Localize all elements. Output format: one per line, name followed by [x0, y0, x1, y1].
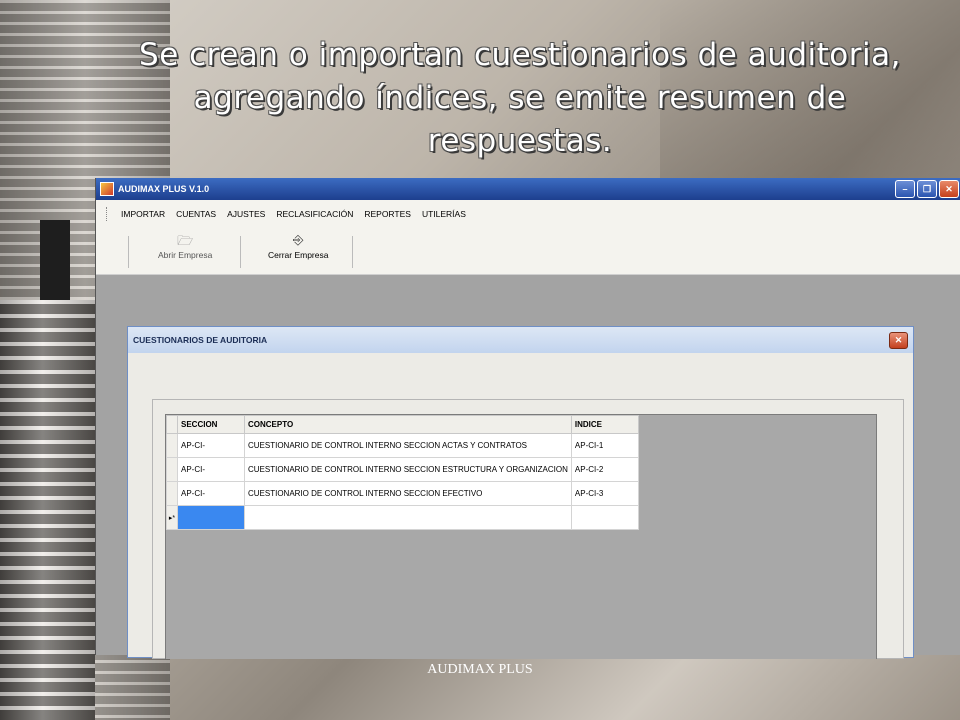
cell-indice[interactable]: AP-CI-3 — [570, 481, 639, 506]
data-grid: SECCION CONCEPTO INDICE AP-CI- CUESTIONA… — [165, 414, 877, 659]
app-icon — [100, 182, 114, 196]
door-exit-icon: ⎆ — [293, 232, 304, 247]
menu-bar: IMPORTAR CUENTAS AJUSTES RECLASIFICACIÓN… — [96, 200, 960, 228]
window-controls: – ❐ ✕ — [895, 180, 959, 198]
questionnaire-table: SECCION CONCEPTO INDICE AP-CI- CUESTIONA… — [166, 415, 639, 530]
cell-concepto[interactable]: CUESTIONARIO DE CONTROL INTERNO SECCION … — [244, 457, 572, 482]
toolbar: 🗁 Abrir Empresa ⎆ Cerrar Empresa — [96, 228, 960, 275]
menu-cuentas[interactable]: CUENTAS — [176, 209, 216, 219]
open-company-label: Abrir Empresa — [158, 250, 213, 260]
column-header-seccion[interactable]: SECCION — [177, 415, 245, 434]
app-title: AUDIMAX PLUS V.1.0 — [118, 184, 210, 194]
table-header-row: SECCION CONCEPTO INDICE — [166, 415, 639, 434]
row-header[interactable] — [166, 433, 178, 458]
column-header-indice[interactable]: INDICE — [570, 415, 639, 434]
menu-reclasificacion[interactable]: RECLASIFICACIÓN — [276, 209, 353, 219]
slide-footer: AUDIMAX PLUS — [427, 662, 533, 677]
menu-grip — [106, 207, 109, 221]
close-button[interactable]: ✕ — [939, 180, 959, 198]
dialog-title: CUESTIONARIOS DE AUDITORIA — [133, 335, 268, 345]
cell-seccion[interactable]: AP-CI- — [177, 481, 245, 506]
new-row[interactable]: ▸* — [166, 505, 639, 530]
toolbar-separator — [240, 236, 241, 268]
close-company-button[interactable]: ⎆ Cerrar Empresa — [268, 232, 328, 270]
menu-importar[interactable]: IMPORTAR — [121, 209, 165, 219]
toolbar-separator — [352, 236, 353, 268]
menu-ajustes[interactable]: AJUSTES — [227, 209, 265, 219]
menu-reportes[interactable]: REPORTES — [364, 209, 411, 219]
new-row-marker: ▸* — [166, 505, 178, 530]
open-company-button[interactable]: 🗁 Abrir Empresa — [158, 232, 212, 270]
row-header[interactable] — [166, 457, 178, 482]
slide-title: Se crean o importan cuestionarios de aud… — [139, 37, 901, 159]
table-row[interactable]: AP-CI- CUESTIONARIO DE CONTROL INTERNO S… — [166, 433, 639, 458]
column-header-concepto[interactable]: CONCEPTO — [244, 415, 572, 434]
cell-indice-new[interactable] — [570, 505, 639, 530]
cell-concepto[interactable]: CUESTIONARIO DE CONTROL INTERNO SECCION … — [244, 433, 572, 458]
cell-indice[interactable]: AP-CI-2 — [570, 457, 639, 482]
background-window — [40, 220, 70, 300]
cell-seccion[interactable]: AP-CI- — [177, 457, 245, 482]
background-tower — [0, 300, 95, 720]
cell-concepto[interactable]: CUESTIONARIO DE CONTROL INTERNO SECCION … — [244, 481, 572, 506]
dialog-titlebar: CUESTIONARIOS DE AUDITORIA ✕ — [128, 327, 913, 353]
dialog-close-button[interactable]: ✕ — [889, 332, 908, 349]
cell-concepto-new[interactable] — [244, 505, 572, 530]
minimize-button[interactable]: – — [895, 180, 915, 198]
table-row[interactable]: AP-CI- CUESTIONARIO DE CONTROL INTERNO S… — [166, 481, 639, 506]
cell-indice[interactable]: AP-CI-1 — [570, 433, 639, 458]
cell-seccion[interactable]: AP-CI- — [177, 433, 245, 458]
app-titlebar: AUDIMAX PLUS V.1.0 – ❐ ✕ — [96, 178, 960, 200]
folder-open-icon: 🗁 — [177, 233, 194, 248]
close-company-label: Cerrar Empresa — [268, 250, 329, 260]
row-header[interactable] — [166, 481, 178, 506]
restore-button[interactable]: ❐ — [917, 180, 937, 198]
grid-frame: SECCION CONCEPTO INDICE AP-CI- CUESTIONA… — [152, 399, 904, 659]
cell-seccion-new[interactable] — [177, 505, 245, 530]
menu-utilerias[interactable]: UTILERÍAS — [422, 209, 466, 219]
toolbar-separator — [128, 236, 129, 268]
row-header-corner — [166, 415, 178, 434]
table-row[interactable]: AP-CI- CUESTIONARIO DE CONTROL INTERNO S… — [166, 457, 639, 482]
questionnaire-dialog: CUESTIONARIOS DE AUDITORIA ✕ SECCION CON… — [127, 326, 914, 659]
